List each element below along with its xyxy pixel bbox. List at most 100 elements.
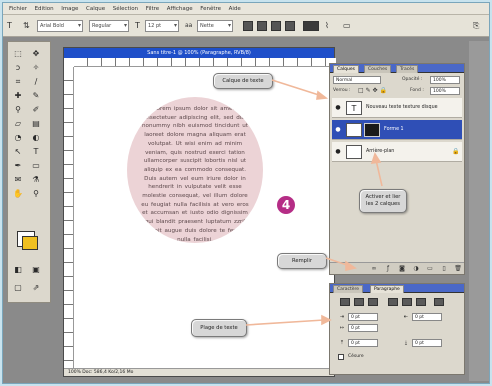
blend-mode-select[interactable]: Normal [333, 76, 381, 84]
layer-row-shape[interactable]: ● Forme 1 [332, 120, 462, 140]
magic-wand-icon[interactable]: ✧ [30, 62, 42, 74]
standard-mode-icon[interactable]: ▣ [30, 264, 42, 276]
menu-filter[interactable]: Filtre [146, 3, 160, 15]
file-browser-icon[interactable]: ⎘ [473, 20, 479, 32]
align-center-button[interactable] [354, 298, 364, 306]
text-circle-shape[interactable]: Lorem ipsum dolor sit amet, consectetuer… [127, 97, 263, 243]
justify-all-button[interactable] [434, 298, 444, 306]
marquee-tool-icon[interactable]: ⬚ [12, 48, 24, 60]
font-family-select[interactable]: Arial Bold [37, 20, 83, 32]
indent-first-input[interactable]: 0 pt [348, 324, 378, 332]
justify-last-right-button[interactable] [416, 298, 426, 306]
jump-to-imageready-icon[interactable]: ⇗ [30, 282, 42, 294]
space-after-input[interactable]: 0 pt [412, 339, 442, 347]
eraser-tool-icon[interactable]: ▱ [12, 118, 24, 130]
tab-paths[interactable]: Tracés [396, 65, 419, 73]
menu-file[interactable]: Fichier [9, 3, 27, 15]
type-tool-icon[interactable]: T [30, 146, 42, 158]
justify-last-center-button[interactable] [402, 298, 412, 306]
align-left-button[interactable] [243, 21, 253, 31]
tab-paragraph[interactable]: Paragraphe [370, 285, 404, 293]
fill-input[interactable]: 100% [430, 87, 460, 95]
pen-tool-icon[interactable]: ✒ [12, 160, 24, 172]
lock-label: Verrou : [333, 88, 351, 93]
hand-tool-icon[interactable]: ✋ [12, 188, 24, 200]
trash-icon[interactable]: 🗑 [454, 265, 462, 273]
space-before-input[interactable]: 0 pt [348, 339, 378, 347]
move-tool-icon[interactable]: ✥ [30, 48, 42, 60]
layer-name: Forme 1 [384, 127, 404, 132]
align-right-button[interactable] [271, 21, 281, 31]
text-tool-icon[interactable]: T [7, 20, 12, 32]
justify-last-left-button[interactable] [388, 298, 398, 306]
gradient-tool-icon[interactable]: ▤ [30, 118, 42, 130]
visibility-eye-icon[interactable]: ● [334, 104, 342, 112]
foreground-color-swatch[interactable] [22, 236, 38, 250]
menu-layer[interactable]: Calque [86, 3, 105, 15]
align-left-button[interactable] [340, 298, 350, 306]
new-group-icon[interactable]: ▭ [426, 265, 434, 273]
step-number-badge: 4 [277, 196, 295, 214]
antialias-select[interactable]: Nette [197, 20, 233, 32]
indent-left-input[interactable]: 0 pt [348, 313, 378, 321]
notes-tool-icon[interactable]: ✉ [12, 174, 24, 186]
crop-tool-icon[interactable]: ⌗ [12, 76, 24, 88]
opacity-input[interactable]: 100% [430, 76, 460, 84]
stamp-tool-icon[interactable]: ⚲ [12, 104, 24, 116]
align-right-button[interactable] [368, 298, 378, 306]
menu-select[interactable]: Sélection [113, 3, 138, 15]
history-brush-icon[interactable]: ✐ [30, 104, 42, 116]
zoom-tool-icon[interactable]: ⚲ [30, 188, 42, 200]
healing-brush-icon[interactable]: ✚ [12, 90, 24, 102]
path-select-icon[interactable]: ↖ [12, 146, 24, 158]
adjustment-layer-icon[interactable]: ◑ [412, 265, 420, 273]
font-size-select[interactable]: 12 pt [145, 20, 179, 32]
hyphenation-checkbox[interactable] [338, 354, 344, 360]
workspace-edge [469, 41, 489, 381]
horizontal-ruler[interactable] [74, 58, 336, 67]
text-color-swatch[interactable] [303, 21, 319, 31]
palettes-icon[interactable]: ▭ [343, 20, 351, 32]
dodge-tool-icon[interactable]: ◐ [30, 132, 42, 144]
visibility-eye-icon[interactable]: ● [334, 148, 342, 156]
orientation-icon[interactable]: ⇅ [23, 20, 30, 32]
vertical-ruler[interactable] [64, 67, 74, 370]
justify-button[interactable] [285, 21, 295, 31]
screen-mode-icon[interactable]: ▢ [12, 282, 24, 294]
visibility-eye-icon[interactable]: ● [334, 126, 342, 134]
toolbox: ⬚ ✥ ↄ ✧ ⌗ ∕ ✚ ✎ ⚲ ✐ ▱ ▤ ◔ ◐ ↖ T ✒ ▭ ✉ ⚗ … [7, 41, 51, 303]
layers-panel: Calques Couches Tracés Normal Opacité : … [329, 63, 465, 275]
quickmask-icon[interactable]: ◧ [12, 264, 24, 276]
lasso-tool-icon[interactable]: ↄ [12, 62, 24, 74]
menu-help[interactable]: Aide [229, 3, 241, 15]
menu-window[interactable]: Fenêtre [200, 3, 221, 15]
align-center-button[interactable] [257, 21, 267, 31]
slice-tool-icon[interactable]: ∕ [30, 76, 42, 88]
document-title-bar[interactable]: Sans titre-1 @ 100% (Paragraphe, RVB/8) [64, 48, 334, 58]
layer-row-background[interactable]: ● Arrière-plan 🔒 [332, 142, 462, 162]
menu-view[interactable]: Affichage [167, 3, 193, 15]
brush-tool-icon[interactable]: ✎ [30, 90, 42, 102]
shape-tool-icon[interactable]: ▭ [30, 160, 42, 172]
warp-text-icon[interactable]: ⌇ [325, 20, 329, 32]
tab-channels[interactable]: Couches [364, 65, 392, 73]
vector-mask-thumb-icon [364, 123, 380, 137]
menu-edit[interactable]: Edition [35, 3, 54, 15]
tab-character[interactable]: Caractère [333, 285, 364, 293]
indent-right-input[interactable]: 0 pt [412, 313, 442, 321]
layer-style-icon[interactable]: ƒ [384, 265, 392, 273]
circle-paragraph-text[interactable]: Lorem ipsum dolor sit amet, consectetuer… [139, 105, 251, 243]
layer-row-text[interactable]: ● T Nouveau texte texture disque [332, 98, 462, 118]
space-before-icon: ⤒ [340, 340, 344, 346]
menu-image[interactable]: Image [61, 3, 78, 15]
eyedropper-icon[interactable]: ⚗ [30, 174, 42, 186]
new-layer-icon[interactable]: ▯ [440, 265, 448, 273]
tab-layers[interactable]: Calques [333, 65, 359, 73]
link-layers-icon[interactable]: ∞ [370, 265, 378, 273]
blur-tool-icon[interactable]: ◔ [12, 132, 24, 144]
hyphenation-label: Césure [348, 354, 364, 359]
font-style-select[interactable]: Regular [89, 20, 129, 32]
lock-icons[interactable]: □ ✎ ✥ 🔒 [358, 86, 387, 96]
add-mask-icon[interactable]: ◙ [398, 265, 406, 273]
callout-fill: Remplir [277, 253, 327, 269]
